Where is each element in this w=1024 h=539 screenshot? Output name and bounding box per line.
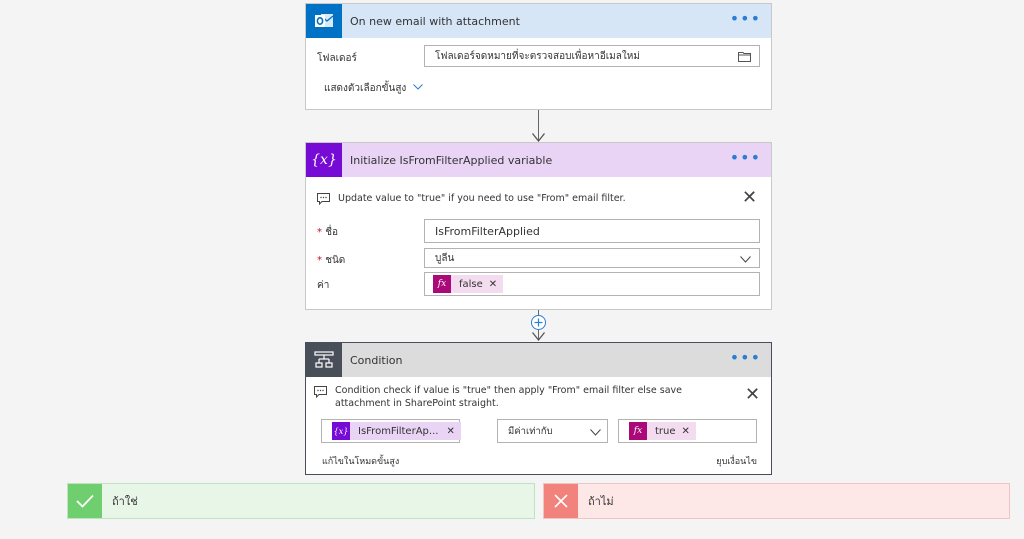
fx-icon: fx: [433, 275, 451, 293]
value-token[interactable]: fx false ✕: [433, 275, 504, 293]
check-icon: [68, 484, 102, 518]
chevron-down-icon: [590, 428, 601, 439]
outlook-icon: [306, 4, 342, 38]
chevron-down-icon: [413, 82, 424, 93]
trigger-more-button[interactable]: •••: [730, 11, 761, 27]
initialize-variable-header[interactable]: {x} Initialize IsFromFilterApplied varia…: [306, 143, 771, 177]
variable-icon-text: {x}: [311, 152, 337, 168]
remove-token-icon[interactable]: ✕: [682, 426, 690, 437]
condition-more-button[interactable]: •••: [730, 350, 761, 366]
if-yes-label: ถ้าใช่: [112, 495, 138, 508]
add-step-icon[interactable]: [531, 315, 546, 330]
variable-type-value: บูลีน: [435, 252, 455, 264]
chevron-down-icon: [740, 255, 751, 266]
advanced-options-link[interactable]: แสดงตัวเลือกขั้นสูง: [324, 81, 424, 96]
variable-icon: {x}: [332, 422, 350, 440]
variable-type-select[interactable]: บูลีน: [424, 248, 760, 268]
value-label: ค่า: [317, 280, 330, 291]
comment-icon: [317, 193, 330, 208]
comment-icon: [314, 386, 327, 402]
right-operand-text: true: [655, 425, 676, 437]
close-note-icon[interactable]: ✕: [742, 189, 757, 207]
close-note-icon[interactable]: ✕: [745, 386, 760, 404]
operator-value: มีค่าเท่ากับ: [508, 425, 553, 437]
remove-token-icon[interactable]: ✕: [446, 426, 454, 437]
name-label: * ชื่อ: [317, 227, 338, 238]
condition-title: Condition: [350, 353, 403, 367]
trigger-title: On new email with attachment: [350, 14, 520, 28]
collapse-condition-link[interactable]: ยุบเงื่อนไข: [716, 454, 757, 468]
condition-icon: [306, 343, 342, 377]
left-operand-token[interactable]: {x} IsFromFilterAp... ✕: [332, 422, 461, 440]
condition-note-text: Condition check if value is "true" then …: [335, 385, 682, 409]
initialize-variable-title: Initialize IsFromFilterApplied variable: [350, 153, 553, 167]
type-label: * ชนิด: [317, 255, 346, 266]
folder-input-value: โฟลเดอร์จดหมายที่จะตรวจสอบเพื่อหาอีเมลให…: [435, 50, 640, 62]
trigger-card[interactable]: On new email with attachment ••• โฟลเดอร…: [305, 3, 772, 110]
variable-icon: {x}: [306, 143, 342, 177]
folder-input[interactable]: โฟลเดอร์จดหมายที่จะตรวจสอบเพื่อหาอีเมลให…: [424, 45, 760, 67]
condition-right-operand[interactable]: fx true ✕: [618, 419, 757, 443]
folder-icon[interactable]: [738, 51, 751, 65]
left-operand-text: IsFromFilterAp...: [358, 425, 439, 437]
initialize-variable-more-button[interactable]: •••: [730, 150, 761, 166]
variable-name-value: IsFromFilterApplied: [435, 224, 540, 238]
if-no-label: ถ้าไม่: [588, 495, 614, 508]
value-token-text: false: [459, 278, 483, 290]
initialize-variable-card[interactable]: {x} Initialize IsFromFilterApplied varia…: [305, 142, 772, 310]
condition-card[interactable]: Condition ••• Condition check if value i…: [305, 342, 772, 475]
remove-token-icon[interactable]: ✕: [489, 279, 497, 290]
right-operand-token[interactable]: fx true ✕: [629, 422, 696, 440]
name-label-text: ชื่อ: [325, 227, 338, 238]
fx-icon: fx: [629, 422, 647, 440]
trigger-card-header[interactable]: On new email with attachment •••: [306, 4, 771, 38]
type-label-text: ชนิด: [325, 255, 346, 266]
step-note-text: Update value to "true" if you need to us…: [338, 193, 626, 204]
variable-value-input[interactable]: fx false ✕: [424, 272, 760, 296]
folder-label: โฟลเดอร์: [317, 53, 357, 64]
edit-advanced-mode-link[interactable]: แก้ไขในโหมดขั้นสูง: [322, 454, 399, 468]
variable-name-input[interactable]: IsFromFilterApplied: [424, 219, 760, 243]
variable-icon-text: {x}: [333, 426, 349, 436]
step-note: Update value to "true" if you need to us…: [317, 193, 626, 208]
if-no-branch[interactable]: ถ้าไม่: [543, 483, 1010, 519]
condition-operator-select[interactable]: มีค่าเท่ากับ: [497, 419, 608, 443]
condition-left-operand[interactable]: {x} IsFromFilterAp... ✕: [321, 419, 461, 443]
condition-header[interactable]: Condition •••: [306, 343, 771, 377]
cross-icon: [544, 484, 578, 518]
condition-note: Condition check if value is "true" then …: [314, 384, 734, 410]
advanced-options-label: แสดงตัวเลือกขั้นสูง: [324, 83, 407, 94]
if-yes-branch[interactable]: ถ้าใช่: [67, 483, 535, 519]
